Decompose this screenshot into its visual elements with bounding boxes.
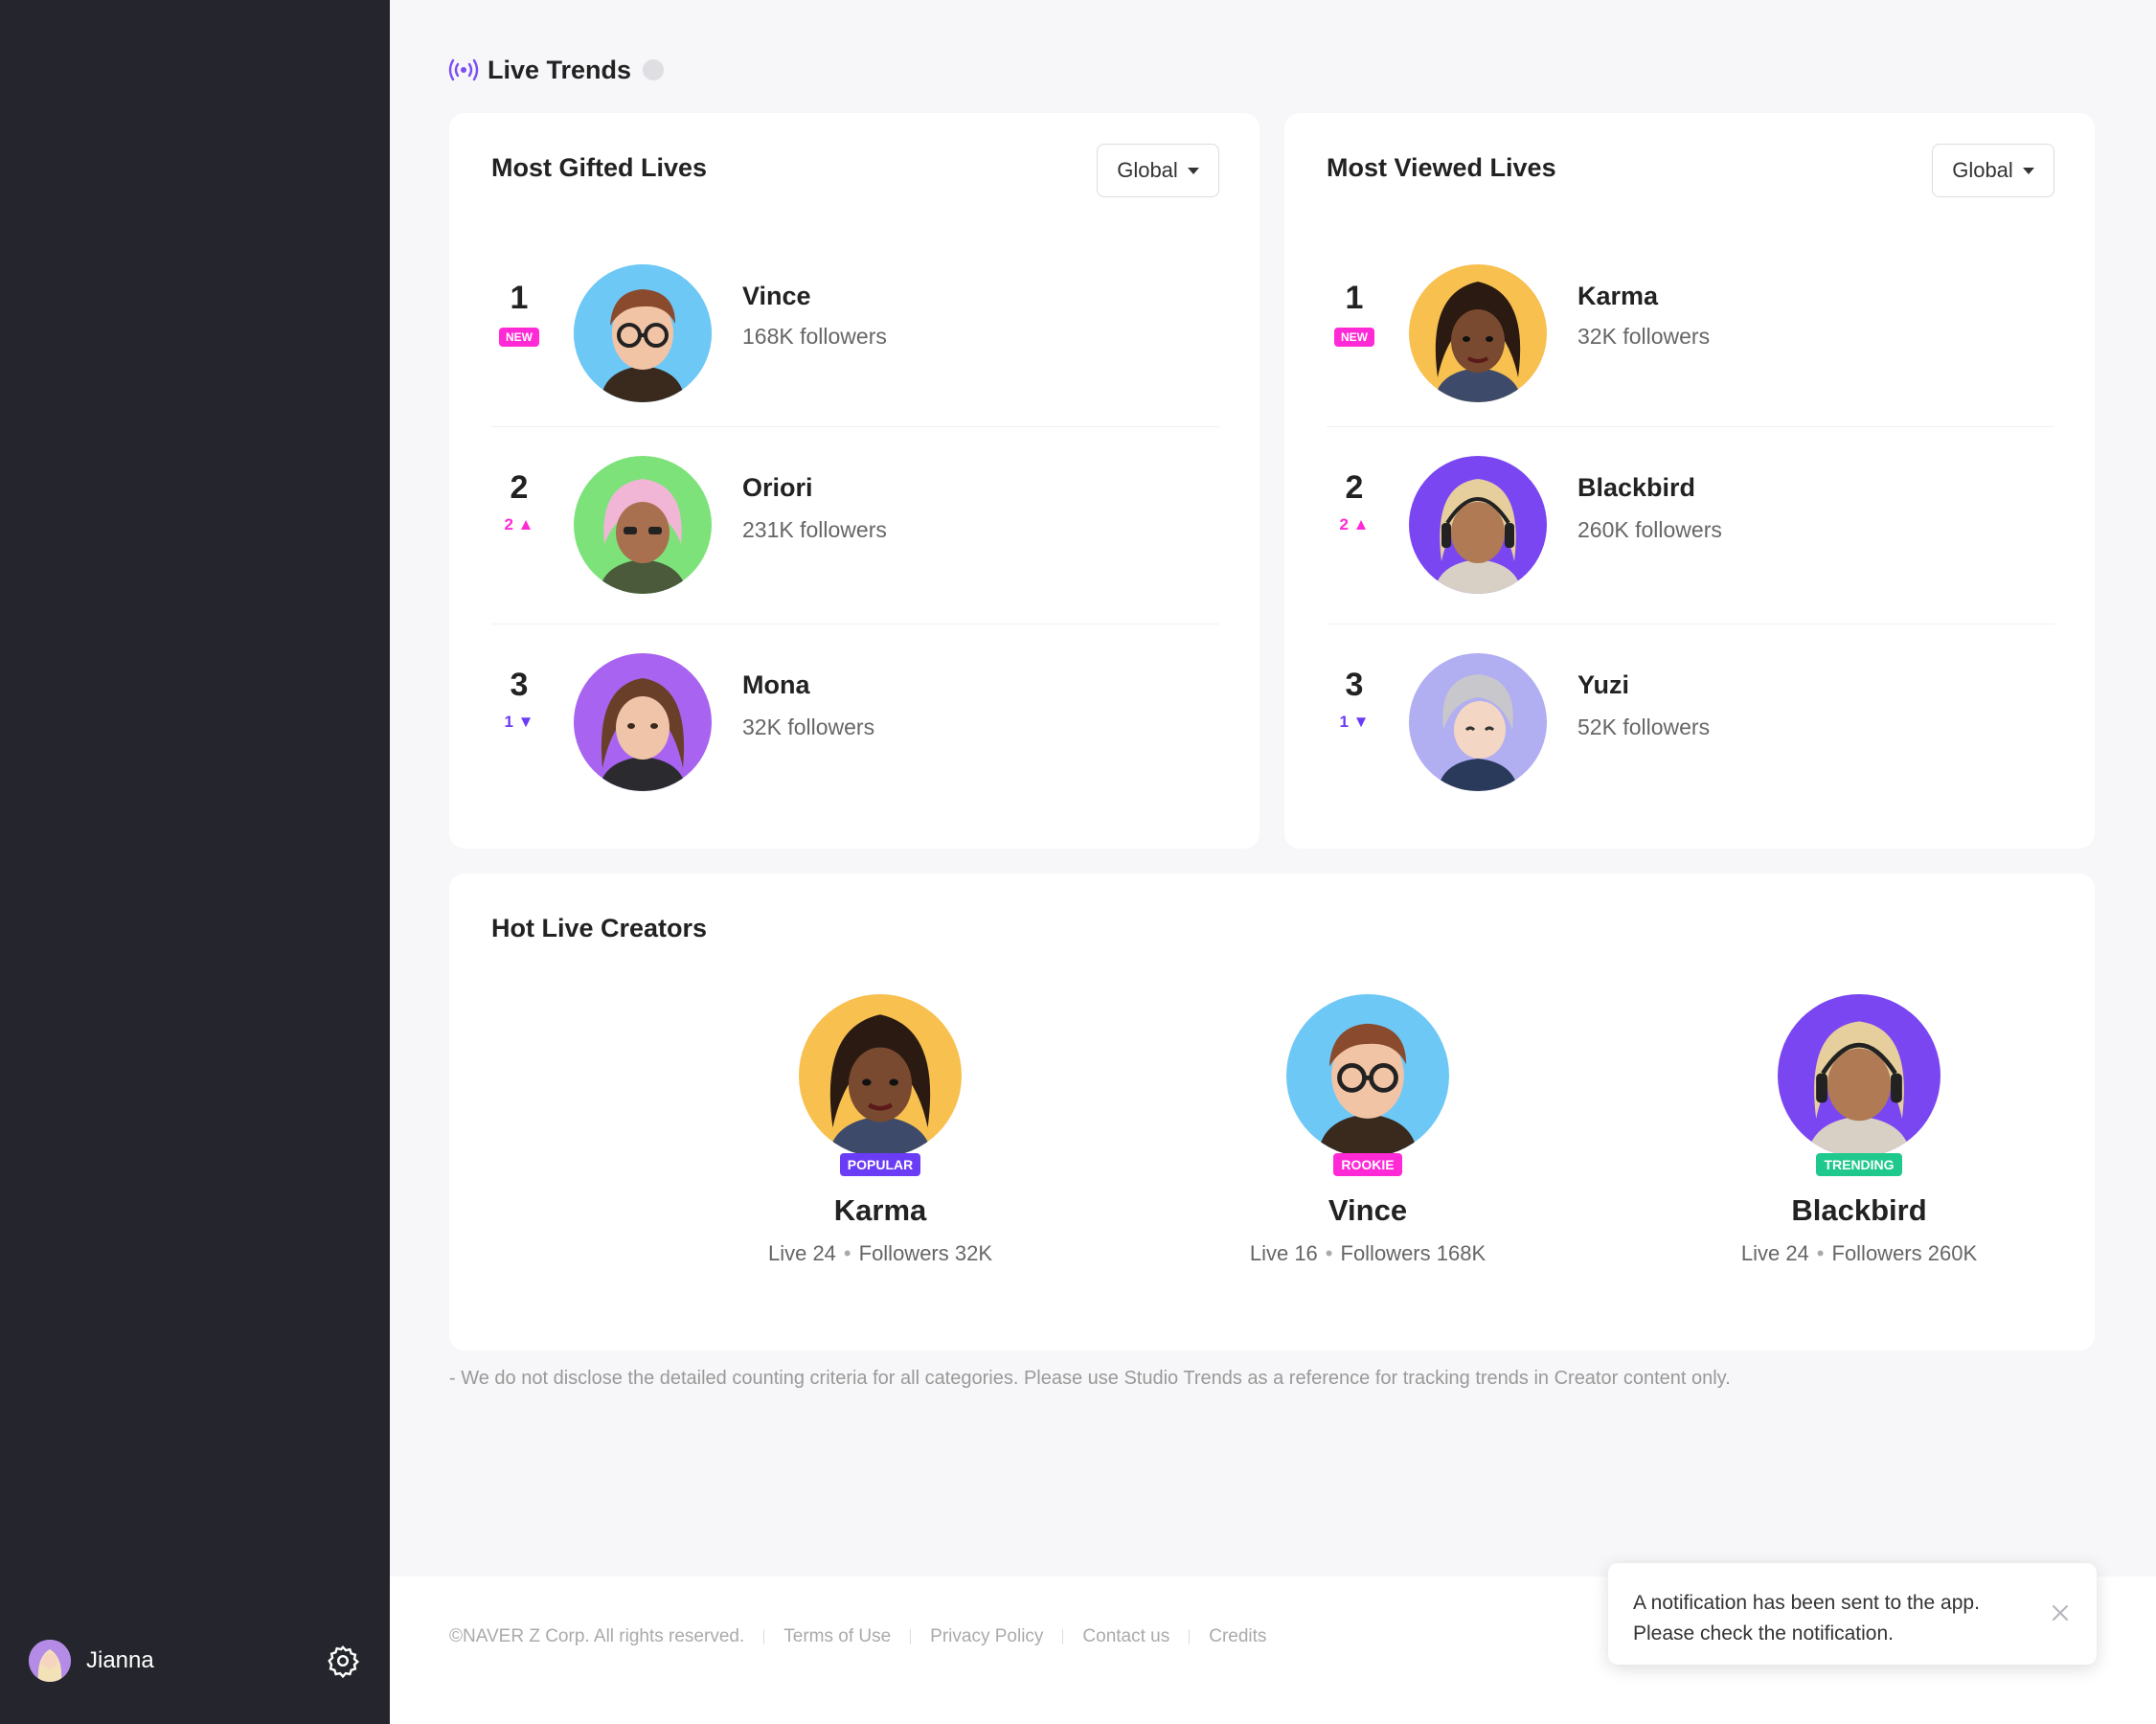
filter-value: Global [1952, 158, 2013, 182]
hot-creator-card[interactable]: TRENDING Blackbird Live 24 • Followers 260… [1658, 994, 2060, 1266]
rank-change-up: 2 ▲ [1339, 515, 1370, 533]
avatar [1778, 994, 1940, 1157]
creator-name: Blackbird [1577, 473, 1696, 502]
avatar [574, 653, 712, 791]
ranking-row[interactable]: 3 1 ▼ Mona 32K followers [491, 624, 1219, 822]
creator-stats: Live 16 • Followers 168K [1249, 1241, 1487, 1265]
rank-change-value: 1 [504, 713, 513, 731]
hot-creator-card[interactable]: ROOKIE Vince Live 16 • Followers 168K [1167, 994, 1569, 1266]
rookie-tag: ROOKIE [1333, 1153, 1402, 1176]
follower-count: 32K followers [742, 715, 875, 739]
hot-creators-card: Hot Live Creators POPULAR Karma Live 24 •… [449, 873, 2095, 1350]
hot-creator-card[interactable]: POPULAR Karma Live 24 • Followers 32K [679, 994, 1081, 1266]
avatar [1286, 994, 1449, 1157]
sidebar: Jianna [0, 0, 390, 1724]
follower-count: 52K followers [1577, 715, 1711, 739]
follower-count: 168K followers [742, 324, 887, 349]
ranking-row[interactable]: 2 2 ▲ Blackbird 260K followers [1327, 427, 2054, 624]
rank-change-down: 1 ▼ [1339, 713, 1370, 731]
caret-down-icon [1187, 167, 1199, 174]
page-header: Live Trends [447, 54, 665, 86]
copyright: ©NAVER Z Corp. All rights reserved. [449, 1626, 745, 1646]
hot-creators-title: Hot Live Creators [491, 914, 708, 942]
live-count: Live 24 [1740, 1241, 1809, 1265]
ranking-row[interactable]: 2 2 ▲ Oriori 231K followers [491, 427, 1219, 624]
sidebar-user[interactable]: Jianna [29, 1640, 154, 1682]
most-viewed-card: Most Viewed Lives Global 1 NEW Karma 32K… [1284, 113, 2095, 849]
rank-change-down: 1 ▼ [504, 713, 534, 731]
close-icon[interactable] [2049, 1601, 2072, 1624]
ranking-row[interactable]: 3 1 ▼ Yuzi 52K followers [1327, 624, 2054, 822]
toast-message: A notification has been sent to the app.… [1633, 1588, 2035, 1649]
credits-link[interactable]: Credits [1209, 1626, 1266, 1647]
live-count: Live 24 [767, 1241, 836, 1265]
gear-icon[interactable] [326, 1644, 360, 1679]
privacy-link[interactable]: Privacy Policy [930, 1626, 1043, 1647]
rank-number: 1 [510, 280, 529, 316]
creator-stats: Live 24 • Followers 260K [1740, 1241, 1978, 1265]
creator-name: Yuzi [1577, 670, 1630, 699]
rank-change-value: 2 [504, 515, 513, 533]
most-gifted-filter-select[interactable]: Global [1097, 144, 1219, 197]
terms-link[interactable]: Terms of Use [783, 1626, 891, 1647]
most-viewed-filter-select[interactable]: Global [1932, 144, 2054, 197]
creator-name: Vince [742, 282, 811, 310]
notification-toast: A notification has been sent to the app.… [1608, 1563, 2097, 1665]
page-title: Live Trends [488, 55, 632, 84]
follower-count: 260K followers [1577, 517, 1722, 542]
creator-name: Mona [742, 670, 810, 699]
creator-name: Karma [1577, 282, 1659, 310]
new-badge: NEW [499, 328, 539, 347]
user-name: Jianna [86, 1647, 154, 1673]
rank-change-up: 2 ▲ [504, 515, 534, 533]
divider [1062, 1629, 1064, 1645]
contact-link[interactable]: Contact us [1082, 1626, 1169, 1647]
creator-stats: Live 24 • Followers 32K [767, 1241, 993, 1265]
toast-line: Please check the notification. [1633, 1622, 1894, 1645]
rank-number: 3 [1345, 667, 1364, 703]
avatar [1409, 653, 1547, 791]
live-count: Live 16 [1249, 1241, 1318, 1265]
creator-name: Karma [833, 1193, 927, 1227]
rank-number: 2 [510, 469, 529, 506]
follower-count: Followers 260K [1831, 1241, 1978, 1265]
follower-count: 32K followers [1577, 324, 1711, 349]
avatar [799, 994, 962, 1157]
rank-number: 2 [1345, 469, 1364, 506]
rank-change-value: 2 [1339, 515, 1349, 533]
user-avatar [29, 1640, 71, 1682]
rank-number: 3 [510, 667, 529, 703]
popular-tag: POPULAR [839, 1153, 921, 1176]
follower-count: 231K followers [742, 517, 887, 542]
follower-count: Followers 32K [858, 1241, 993, 1265]
most-viewed-title: Most Viewed Lives [1327, 153, 1556, 182]
caret-down-icon [2022, 167, 2034, 174]
divider [910, 1629, 912, 1645]
creator-name: Blackbird [1791, 1193, 1927, 1227]
ranking-row[interactable]: 1 NEW Vince 168K followers [491, 230, 1219, 427]
creator-name: Oriori [742, 473, 813, 502]
avatar [574, 264, 712, 402]
most-gifted-title: Most Gifted Lives [491, 153, 708, 182]
avatar [1409, 264, 1547, 402]
rank-change-value: 1 [1339, 713, 1349, 731]
footer-links: ©NAVER Z Corp. All rights reserved. Term… [449, 1626, 1266, 1647]
ranking-row[interactable]: 1 NEW Karma 32K followers [1327, 230, 2054, 427]
divider [763, 1629, 765, 1645]
disclaimer-text: - We do not disclose the detailed counti… [449, 1368, 1731, 1389]
follower-count: Followers 168K [1340, 1241, 1487, 1265]
live-broadcast-icon [447, 54, 480, 86]
rank-number: 1 [1345, 280, 1364, 316]
trending-tag: TRENDING [1816, 1153, 1902, 1176]
most-gifted-card: Most Gifted Lives Global 1 NEW Vince 168… [449, 113, 1260, 849]
new-badge: NEW [1334, 328, 1374, 347]
toast-line: A notification has been sent to the app. [1633, 1592, 1980, 1614]
divider [1189, 1629, 1191, 1645]
main-content: Live Trends Most Gifted Lives Global 1 N… [390, 0, 2156, 1724]
avatar [574, 456, 712, 594]
creator-name: Vince [1328, 1193, 1408, 1227]
filter-value: Global [1117, 158, 1178, 182]
avatar [1409, 456, 1547, 594]
help-icon[interactable] [643, 59, 665, 80]
